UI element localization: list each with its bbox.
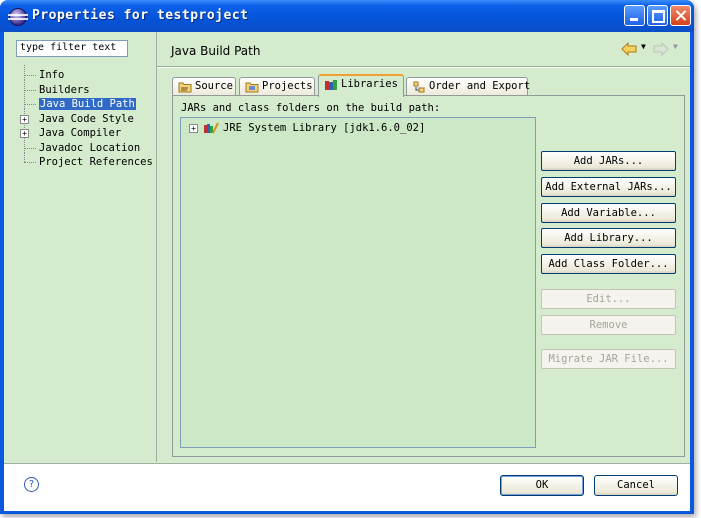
tree-item-java-build-path[interactable]: Java Build Path <box>12 94 154 112</box>
back-dropdown-icon[interactable]: ▼ <box>641 42 646 51</box>
forward-arrow-icon[interactable] <box>653 42 669 56</box>
help-icon[interactable]: ? <box>24 477 39 492</box>
tab-label: Source <box>195 80 233 92</box>
close-button[interactable] <box>670 5 691 26</box>
tree-item-label: Info <box>39 69 65 81</box>
tab-projects[interactable]: Projects <box>239 77 315 96</box>
libraries-icon <box>325 80 337 90</box>
maximize-button[interactable] <box>647 5 668 26</box>
list-item[interactable]: + JRE System Library [jdk1.6.0_02] <box>189 121 425 135</box>
ok-button[interactable]: OK <box>500 475 584 496</box>
tree-item-javadoc-location[interactable]: Javadoc Location <box>12 137 154 156</box>
page-title: Java Build Path <box>171 44 261 58</box>
list-label: JARs and class folders on the build path… <box>181 102 440 114</box>
header-separator <box>157 66 690 68</box>
add-class-folder-button[interactable]: Add Class Folder... <box>541 254 676 274</box>
source-folder-icon <box>178 82 192 93</box>
tab-label: Libraries <box>341 78 398 90</box>
tree-item-label: Javadoc Location <box>39 141 141 154</box>
projects-icon <box>245 82 259 93</box>
minimize-button[interactable] <box>624 5 645 26</box>
tree-item-label: Java Code Style <box>39 112 134 125</box>
dialog-client-area: type filter text Info Builders Java Buil… <box>4 32 690 511</box>
add-jars-button[interactable]: Add JARs... <box>541 151 676 171</box>
expand-icon[interactable]: + <box>189 124 198 133</box>
tab-label: Projects <box>262 80 313 92</box>
tree-item-label: Java Compiler <box>39 127 122 139</box>
tree-item-label: Project References <box>39 156 153 168</box>
forward-dropdown-icon[interactable]: ▼ <box>673 42 678 51</box>
filter-input[interactable]: type filter text <box>16 40 128 57</box>
tree-item-project-references[interactable]: Project References <box>12 152 154 170</box>
add-library-button[interactable]: Add Library... <box>541 228 676 248</box>
properties-window: Properties for testproject type filter t… <box>0 0 694 514</box>
libraries-tab-panel: JARs and class folders on the build path… <box>172 95 685 457</box>
add-external-jars-button[interactable]: Add External JARs... <box>541 177 676 197</box>
list-label-text: JARs and class folders on the build path… <box>181 102 441 114</box>
tree-item-label: Java Build Path <box>39 98 136 110</box>
back-arrow-icon[interactable] <box>621 42 637 56</box>
library-list[interactable]: + JRE System Library [jdk1.6.0_02] <box>180 117 536 448</box>
remove-button[interactable]: Remove <box>541 315 676 335</box>
tab-label: Order and Export <box>429 80 531 92</box>
migrate-jar-file-button[interactable]: Migrate JAR File... <box>541 349 676 369</box>
left-pane: type filter text Info Builders Java Buil… <box>4 32 157 462</box>
right-pane: Java Build Path ▼ ▼ Source Projects Libr… <box>157 32 690 462</box>
jre-library-icon <box>204 122 219 134</box>
tree-item-java-compiler[interactable]: + Java Compiler <box>12 123 154 141</box>
eclipse-icon <box>8 8 28 26</box>
tab-source[interactable]: Source <box>172 77 236 96</box>
window-title: Properties for testproject <box>32 8 249 23</box>
add-variable-button[interactable]: Add Variable... <box>541 203 676 223</box>
library-label: JRE System Library [jdk1.6.0_02] <box>223 122 426 134</box>
tree-item-builders[interactable]: Builders <box>12 79 154 98</box>
tree-item-java-code-style[interactable]: + Java Code Style <box>12 108 154 127</box>
title-bar[interactable]: Properties for testproject <box>0 0 694 32</box>
order-export-icon <box>413 81 425 93</box>
tree-item-info[interactable]: Info <box>12 65 154 83</box>
dialog-button-bar: ? OK Cancel <box>4 463 690 511</box>
edit-button[interactable]: Edit... <box>541 289 676 309</box>
tree-item-label: Builders <box>39 83 90 96</box>
tab-libraries[interactable]: Libraries <box>318 74 404 97</box>
cancel-button[interactable]: Cancel <box>594 475 678 496</box>
tab-order-and-export[interactable]: Order and Export <box>406 77 531 96</box>
property-page-tree: Info Builders Java Build Path + Java Cod… <box>12 65 154 170</box>
